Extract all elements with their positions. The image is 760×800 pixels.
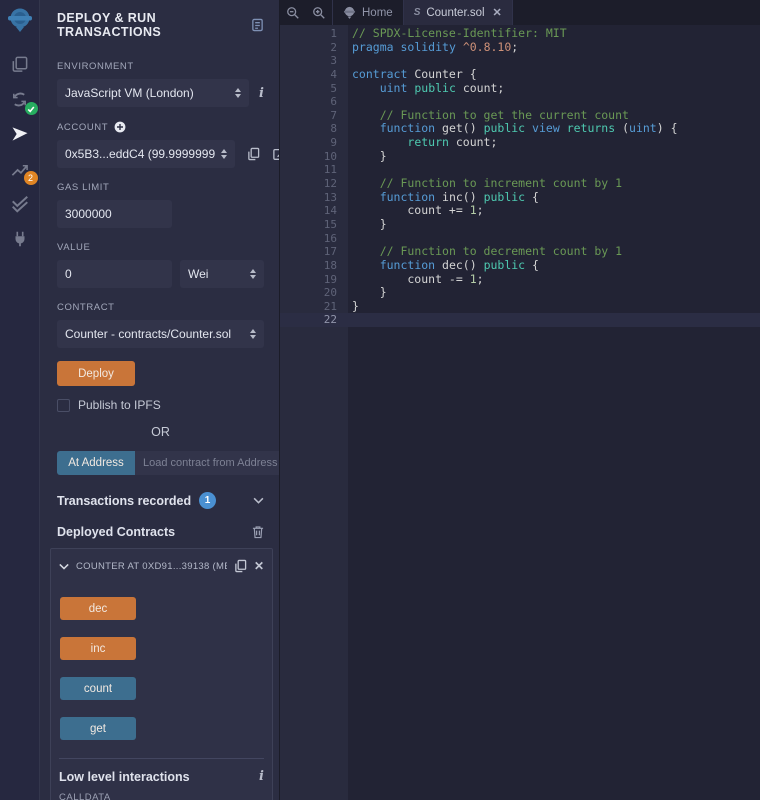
environment-info-icon[interactable]: i (259, 86, 264, 101)
instance-title: COUNTER AT 0XD91...39138 (MEMORY (76, 561, 227, 572)
editor-tabbar: Home S Counter.sol ✕ (280, 0, 760, 25)
code-line[interactable]: 21} (280, 300, 760, 314)
gas-limit-label: GAS LIMIT (57, 182, 264, 193)
code-line[interactable]: 20 } (280, 286, 760, 300)
close-instance-icon[interactable]: ✕ (254, 559, 264, 573)
account-label: ACCOUNT (57, 122, 108, 133)
divider (59, 758, 264, 759)
chevron-updown-icon (250, 269, 256, 279)
sign-message-icon[interactable] (272, 147, 280, 161)
remix-ide-app: 2 DEPLOY & RUN TRANSACTIONS (0, 0, 760, 800)
copy-account-icon[interactable] (247, 147, 260, 161)
transactions-count-badge: 1 (199, 492, 216, 509)
code-line[interactable]: 18 function dec() public { (280, 259, 760, 273)
value-amount: 0 (65, 267, 72, 281)
code-line[interactable]: 6 (280, 95, 760, 109)
environment-select[interactable]: JavaScript VM (London) (57, 79, 249, 107)
tab-counter-sol-label: Counter.sol (426, 7, 484, 19)
gas-limit-value: 3000000 (65, 207, 112, 221)
account-value: 0x5B3...eddC4 (99.9999999 (65, 147, 215, 161)
account-select[interactable]: 0x5B3...eddC4 (99.9999999 (57, 140, 235, 168)
code-editor[interactable]: 1// SPDX-License-Identifier: MIT2pragma … (280, 25, 760, 800)
fn-inc-button[interactable]: inc (60, 637, 136, 660)
contract-label: CONTRACT (57, 302, 264, 313)
environment-label: ENVIRONMENT (57, 61, 264, 72)
code-line[interactable]: 15 } (280, 218, 760, 232)
at-address-button[interactable]: At Address (57, 451, 135, 475)
chevron-down-icon[interactable] (253, 497, 264, 504)
docs-icon[interactable] (251, 18, 264, 32)
collapse-chevron-icon[interactable] (59, 563, 69, 570)
deploy-button[interactable]: Deploy (57, 361, 135, 386)
value-unit: Wei (188, 267, 208, 281)
contract-select[interactable]: Counter - contracts/Counter.sol (57, 320, 264, 348)
unit-testing-icon[interactable] (7, 191, 33, 217)
contract-value: Counter - contracts/Counter.sol (65, 327, 231, 341)
code-line[interactable]: 7 // Function to get the current count (280, 109, 760, 123)
code-line[interactable]: 5 uint public count; (280, 82, 760, 96)
code-line[interactable]: 9 return count; (280, 136, 760, 150)
code-line[interactable]: 19 count -= 1; (280, 273, 760, 287)
code-line[interactable]: 1// SPDX-License-Identifier: MIT (280, 27, 760, 41)
solidity-file-icon: S (414, 7, 421, 18)
statistics-badge: 2 (24, 171, 38, 185)
add-account-icon[interactable] (114, 121, 126, 133)
panel-title: DEPLOY & RUN TRANSACTIONS (57, 11, 251, 39)
low-level-info-icon[interactable]: i (259, 769, 264, 784)
fn-dec-button[interactable]: dec (60, 597, 136, 620)
code-lines: 1// SPDX-License-Identifier: MIT2pragma … (280, 25, 760, 327)
code-line[interactable]: 16 (280, 232, 760, 246)
copy-address-icon[interactable] (234, 559, 247, 573)
fn-get-button[interactable]: get (60, 717, 136, 740)
deploy-run-panel: DEPLOY & RUN TRANSACTIONS ENVIRONMENT Ja… (40, 0, 280, 800)
tab-home-label: Home (362, 7, 393, 19)
at-address-input[interactable] (135, 451, 280, 475)
tab-home[interactable]: Home (333, 0, 404, 25)
trash-icon[interactable] (252, 525, 264, 539)
solidity-compiler-icon[interactable] (7, 86, 33, 112)
fn-count-button[interactable]: count (60, 677, 136, 700)
remix-home-icon (343, 6, 356, 19)
publish-ipfs-label: Publish to IPFS (78, 398, 161, 412)
code-line[interactable]: 10 } (280, 150, 760, 164)
value-input[interactable]: 0 (57, 260, 172, 288)
code-line[interactable]: 12 // Function to increment count by 1 (280, 177, 760, 191)
tab-counter-sol[interactable]: S Counter.sol ✕ (404, 0, 513, 25)
code-line[interactable]: 8 function get() public view returns (ui… (280, 122, 760, 136)
code-line[interactable]: 14 count += 1; (280, 204, 760, 218)
value-label: VALUE (57, 242, 264, 253)
close-tab-icon[interactable]: ✕ (493, 6, 502, 19)
zoom-in-icon[interactable] (312, 6, 326, 20)
or-divider: OR (57, 425, 264, 439)
low-level-interactions-label: Low level interactions (59, 770, 190, 784)
file-explorer-icon[interactable] (7, 51, 33, 77)
calldata-label: CALLDATA (59, 792, 264, 800)
deployed-contract-card: COUNTER AT 0XD91...39138 (MEMORY ✕ dec i… (50, 548, 273, 800)
transactions-recorded-label: Transactions recorded (57, 494, 191, 508)
code-line[interactable]: 22 (280, 313, 760, 327)
editor-area: Home S Counter.sol ✕ 1// SPDX-License-Id… (280, 0, 760, 800)
value-unit-select[interactable]: Wei (180, 260, 264, 288)
icon-sidebar: 2 (0, 0, 40, 800)
plugin-manager-icon[interactable] (7, 226, 33, 252)
code-line[interactable]: 4contract Counter { (280, 68, 760, 82)
gas-limit-input[interactable]: 3000000 (57, 200, 172, 228)
code-line[interactable]: 13 function inc() public { (280, 191, 760, 205)
compile-success-badge (25, 102, 38, 115)
statistics-icon[interactable]: 2 (7, 156, 33, 182)
remix-logo[interactable] (6, 7, 34, 33)
code-line[interactable]: 2pragma solidity ^0.8.10; (280, 41, 760, 55)
deploy-run-icon[interactable] (7, 121, 33, 147)
environment-value: JavaScript VM (London) (65, 86, 194, 100)
zoom-out-icon[interactable] (286, 6, 300, 20)
deployed-contracts-label: Deployed Contracts (57, 525, 175, 539)
chevron-updown-icon (235, 88, 241, 98)
code-line[interactable]: 11 (280, 163, 760, 177)
publish-ipfs-checkbox[interactable] (57, 399, 70, 412)
chevron-updown-icon (221, 149, 227, 159)
chevron-updown-icon (250, 329, 256, 339)
code-line[interactable]: 17 // Function to decrement count by 1 (280, 245, 760, 259)
code-line[interactable]: 3 (280, 54, 760, 68)
